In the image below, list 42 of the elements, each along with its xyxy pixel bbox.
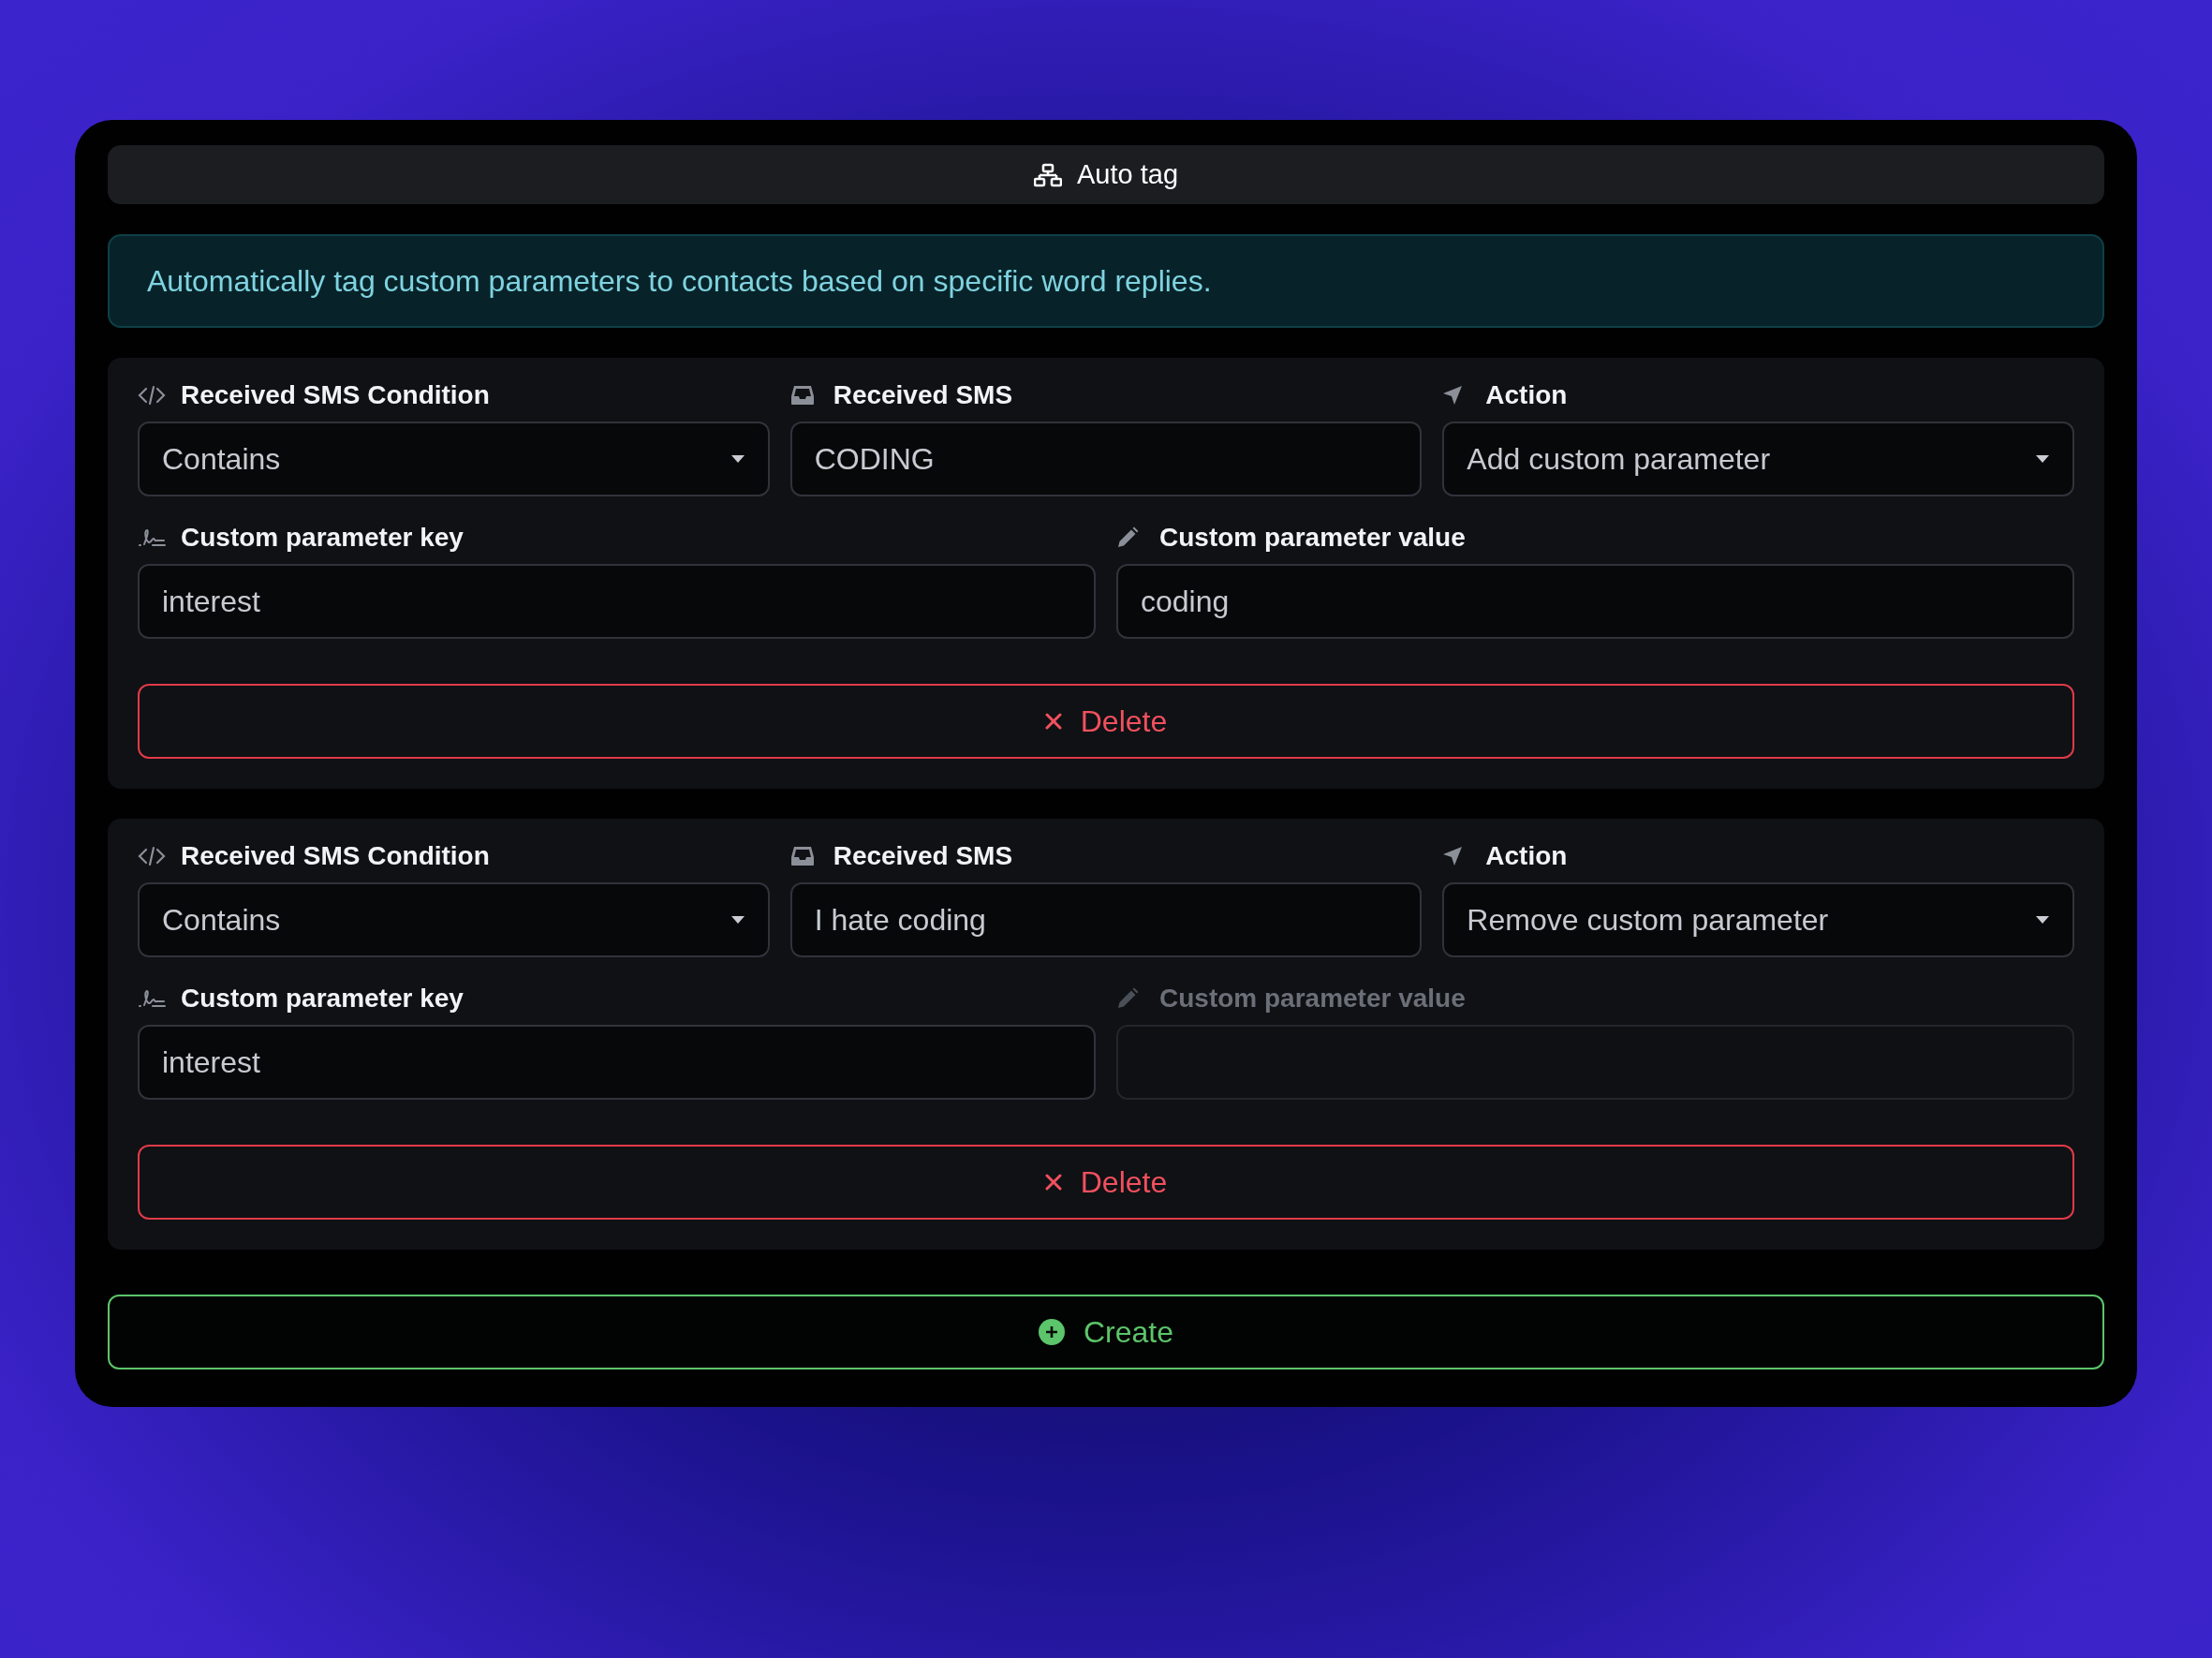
- delete-button[interactable]: Delete: [138, 684, 2074, 759]
- location-arrow-icon: [1442, 385, 1464, 406]
- field-label: Received SMS Condition: [181, 840, 490, 872]
- caret-icon: [2035, 454, 2050, 464]
- network-icon: [1034, 162, 1062, 187]
- plus-circle-icon: [1038, 1319, 1065, 1345]
- create-button[interactable]: Create: [108, 1295, 2104, 1369]
- inbox-icon: [789, 385, 815, 406]
- inbox-icon: [789, 846, 815, 866]
- close-icon: [1044, 1174, 1062, 1191]
- dropdown-select[interactable]: Add custom parameter: [1442, 422, 2074, 496]
- header-title: Auto tag: [1077, 157, 1178, 191]
- field-label: Action: [1485, 840, 1568, 872]
- field-label: Action: [1485, 379, 1568, 411]
- field-label: Custom parameter value: [1159, 983, 1466, 1014]
- signature-icon: [138, 988, 166, 1009]
- dropdown-select[interactable]: Contains: [138, 882, 770, 957]
- text-field[interactable]: coding: [1116, 564, 2074, 639]
- delete-button[interactable]: Delete: [138, 1145, 2074, 1220]
- field-label: Received SMS Condition: [181, 379, 490, 411]
- caret-icon: [2035, 915, 2050, 925]
- text-field[interactable]: CODING: [789, 422, 1423, 496]
- pencil-icon: [1116, 987, 1139, 1010]
- code-icon: [138, 384, 166, 407]
- info-banner: Automatically tag custom parameters to contacts based on specific word replies.: [108, 234, 2104, 328]
- dropdown-select[interactable]: Contains: [138, 422, 770, 496]
- field-label: Custom parameter value: [1159, 522, 1466, 554]
- code-icon: [138, 845, 166, 867]
- caret-icon: [730, 454, 745, 464]
- caret-icon: [730, 915, 745, 925]
- dropdown-select[interactable]: Remove custom parameter: [1442, 882, 2074, 957]
- text-field[interactable]: interest: [138, 1025, 1096, 1100]
- text-field[interactable]: I hate coding: [789, 882, 1423, 957]
- close-icon: [1044, 713, 1062, 730]
- field-label: Received SMS: [833, 840, 1013, 872]
- field-label: Custom parameter key: [181, 522, 464, 554]
- field-label: Received SMS: [833, 379, 1013, 411]
- location-arrow-icon: [1442, 846, 1464, 866]
- pencil-icon: [1116, 526, 1139, 549]
- text-field[interactable]: interest: [138, 564, 1096, 639]
- field-label: Custom parameter key: [181, 983, 464, 1014]
- signature-icon: [138, 527, 166, 548]
